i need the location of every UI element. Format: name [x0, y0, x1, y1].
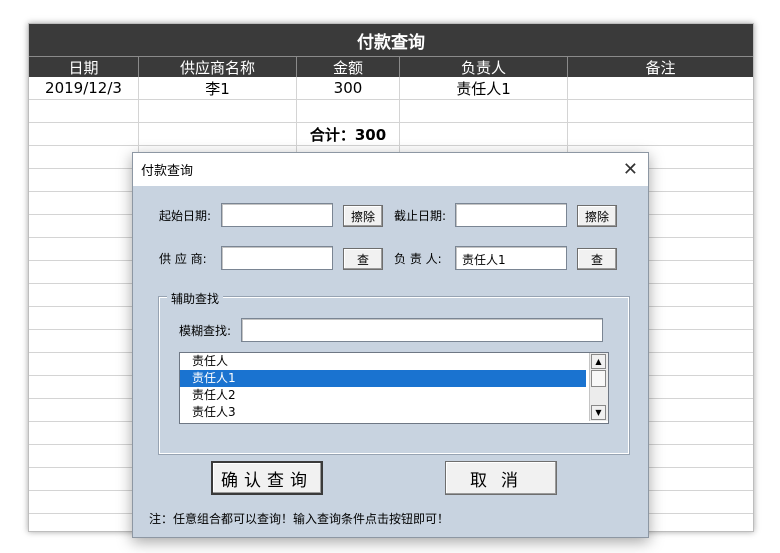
clear-end-date-button[interactable]: 擦除	[577, 205, 617, 227]
cell[interactable]	[297, 100, 400, 122]
table-row	[29, 100, 753, 123]
cell[interactable]	[400, 100, 568, 122]
end-date-label: 截止日期:	[394, 209, 447, 223]
cell[interactable]	[29, 123, 139, 145]
cell[interactable]	[29, 353, 139, 375]
list-item[interactable]: 责任人3	[180, 404, 586, 421]
owner-listbox[interactable]: 责任人 责任人1 责任人2 责任人3 ▲ ▼	[179, 352, 609, 424]
dialog-note: 注：任意组合都可以查询！输入查询条件点击按钮即可！	[149, 512, 450, 526]
cell[interactable]	[29, 169, 139, 191]
cell[interactable]	[29, 514, 139, 531]
owner-label: 负 责 人:	[394, 252, 442, 266]
start-date-label: 起始日期:	[159, 209, 212, 223]
triangle-down-icon[interactable]: ▼	[591, 405, 606, 420]
cell[interactable]	[400, 123, 568, 145]
payment-query-dialog: 付款查询 ✕ 起始日期: 擦除 截止日期: 擦除 供 应 商: 查 负 责 人:…	[132, 152, 649, 538]
start-date-field[interactable]	[221, 203, 333, 227]
cell[interactable]	[29, 100, 139, 122]
cell[interactable]	[29, 192, 139, 214]
list-item[interactable]: 责任人1	[180, 370, 586, 387]
list-item[interactable]: 责任人2	[180, 387, 586, 404]
cell-owner[interactable]: 责任人1	[400, 77, 568, 99]
end-date-field[interactable]	[455, 203, 567, 227]
cell[interactable]	[29, 261, 139, 283]
header-supplier[interactable]: 供应商名称	[139, 56, 297, 77]
header-date[interactable]: 日期	[29, 56, 139, 77]
cell-amount[interactable]: 300	[297, 77, 400, 99]
cell-supplier[interactable]: 李1	[139, 77, 297, 99]
total-cell[interactable]: 合计：300	[297, 123, 400, 145]
cell[interactable]	[568, 123, 753, 145]
clear-start-date-button[interactable]: 擦除	[343, 205, 383, 227]
cell[interactable]	[139, 123, 297, 145]
close-icon[interactable]: ✕	[623, 160, 638, 179]
cell[interactable]	[29, 445, 139, 467]
cell[interactable]	[29, 146, 139, 168]
supplier-label: 供 应 商:	[159, 252, 207, 266]
cell[interactable]	[29, 491, 139, 513]
cell[interactable]	[29, 399, 139, 421]
sheet-header-row: 日期 供应商名称 金额 负责人 备注	[29, 56, 753, 77]
listbox-scrollbar[interactable]: ▲ ▼	[589, 353, 608, 421]
owner-field[interactable]: 责任人1	[455, 246, 567, 270]
cancel-button[interactable]: 取消	[445, 461, 557, 495]
cell-date[interactable]: 2019/12/3	[29, 77, 139, 99]
supplier-field[interactable]	[221, 246, 333, 270]
list-item[interactable]: 责任人	[180, 353, 586, 370]
dialog-title: 付款查询	[141, 164, 194, 179]
cell[interactable]	[29, 307, 139, 329]
cell[interactable]	[29, 468, 139, 490]
dialog-titlebar: 付款查询 ✕	[133, 153, 648, 186]
owner-query-button[interactable]: 查	[577, 248, 617, 270]
cell[interactable]	[139, 100, 297, 122]
header-owner[interactable]: 负责人	[400, 56, 568, 77]
table-row: 2019/12/3 李1 300 责任人1	[29, 77, 753, 100]
header-amount[interactable]: 金额	[297, 56, 400, 77]
triangle-up-icon[interactable]: ▲	[591, 354, 606, 369]
scrollbar-thumb[interactable]	[591, 370, 606, 387]
cell[interactable]	[29, 238, 139, 260]
fuzzy-search-label: 模糊查找:	[179, 324, 232, 338]
cell[interactable]	[568, 100, 753, 122]
header-remark[interactable]: 备注	[568, 56, 753, 77]
supplier-query-button[interactable]: 查	[343, 248, 383, 270]
fuzzy-search-field[interactable]	[241, 318, 603, 342]
cell[interactable]	[29, 330, 139, 352]
cell[interactable]	[29, 215, 139, 237]
cell[interactable]	[29, 376, 139, 398]
cell[interactable]	[29, 284, 139, 306]
aux-search-group-label: 辅助查找	[167, 290, 224, 307]
cell-remark[interactable]	[568, 77, 753, 99]
sheet-title: 付款查询	[29, 24, 753, 56]
confirm-query-button[interactable]: 确认查询	[211, 461, 323, 495]
total-row: 合计：300	[29, 123, 753, 146]
cell[interactable]	[29, 422, 139, 444]
